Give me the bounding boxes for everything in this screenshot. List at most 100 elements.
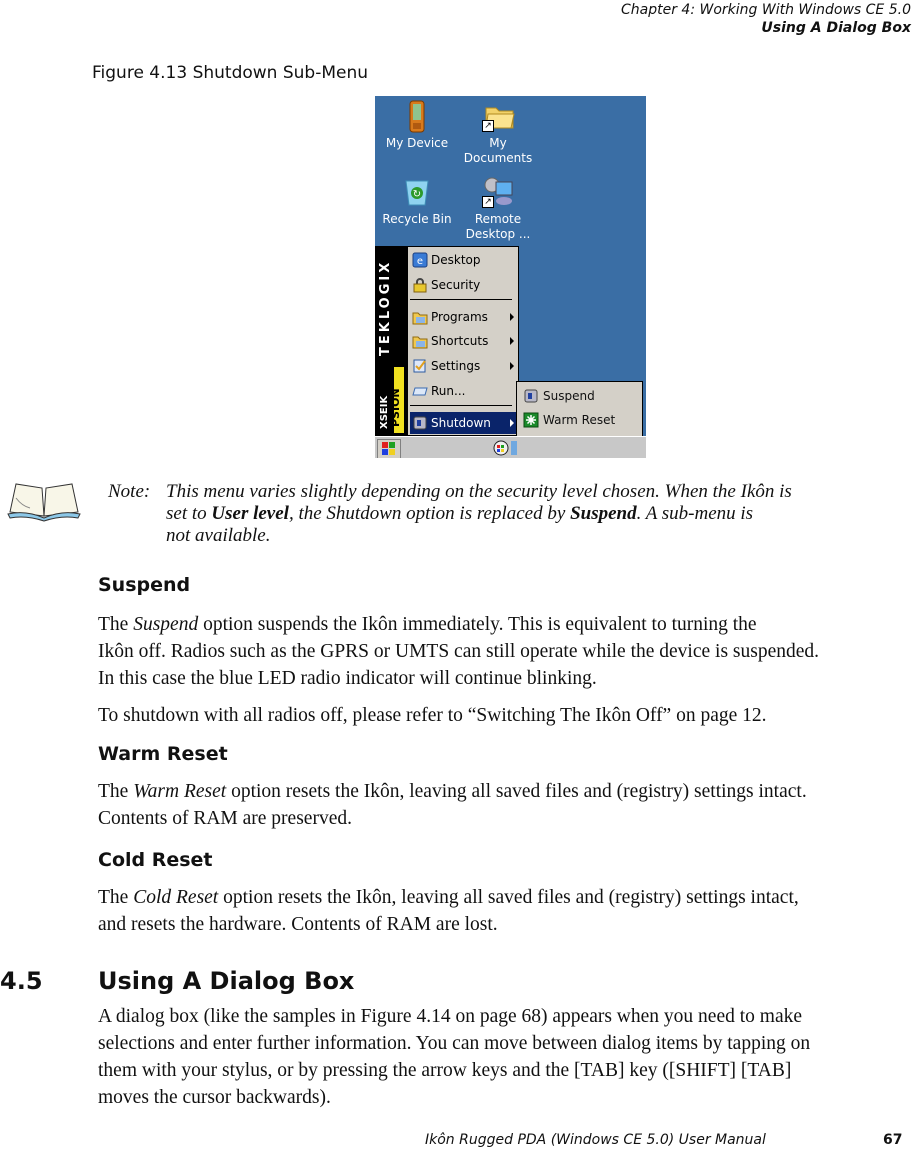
note-emphasis: User level — [211, 503, 289, 524]
recycle-bin-icon: ↻ — [401, 176, 433, 208]
menu-separator — [410, 405, 512, 406]
folder-icon: ↗ — [482, 100, 515, 132]
submenu-item-label: Suspend — [543, 389, 595, 403]
paragraph-suspend-reference: To shutdown with all radios off, please … — [98, 705, 767, 726]
submenu-item-label: Warm Reset — [543, 413, 616, 427]
section-title: Using A Dialog Box — [98, 967, 355, 995]
svg-text:PSION: PSION — [389, 388, 402, 427]
submenu-item-suspend[interactable]: Suspend — [521, 385, 641, 407]
term-emphasis: Cold Reset — [133, 887, 219, 908]
start-button[interactable] — [377, 439, 401, 458]
note-emphasis: Suspend — [570, 503, 637, 524]
text-span: The — [98, 614, 134, 635]
text-span: The — [98, 781, 134, 802]
teklogix-logo: TEKLOGIX — [378, 259, 393, 357]
text-span: option resets the Ikôn, leaving all save… — [218, 887, 799, 908]
note-line: This menu varies slightly depending on t… — [166, 481, 792, 502]
note-text: Note: This menu varies slightly depending… — [108, 481, 908, 547]
note-text-span: . A sub-menu is — [636, 503, 754, 524]
submenu-arrow-icon — [510, 362, 514, 370]
shortcut-arrow-icon: ↗ — [482, 120, 494, 132]
desktop-icon-label: Desktop ... — [465, 227, 531, 241]
wince-screenshot: My Device ↗ My Documents ↻ Recycle Bin ↗… — [375, 96, 646, 458]
start-menu-item-shutdown[interactable]: Shutdown — [410, 412, 518, 434]
text-line: Ikôn off. Radios such as the GPRS or UMT… — [98, 641, 820, 662]
text-line: A dialog box (like the samples in Figure… — [98, 1006, 802, 1027]
warm-reset-icon — [523, 412, 539, 428]
psion-logo: PSION XSEIK — [378, 367, 406, 435]
menu-item-label: Settings — [431, 359, 481, 373]
text-span: The — [98, 887, 134, 908]
submenu-arrow-icon — [510, 337, 514, 345]
figure-caption: Figure 4.13 Shutdown Sub-Menu — [92, 63, 369, 83]
svg-text:e: e — [417, 256, 423, 267]
paragraph-warm-reset: The Warm Reset option resets the Ikôn, l… — [98, 778, 915, 832]
desktop-icon-my-device[interactable]: My Device — [377, 100, 457, 151]
settings-icon — [412, 358, 428, 374]
menu-separator — [410, 299, 512, 300]
text-line: and resets the hardware. Contents of RAM… — [98, 914, 498, 935]
desktop-icon-label: Documents — [463, 151, 533, 165]
menu-item-label: Run... — [431, 384, 466, 398]
heading-warm-reset: Warm Reset — [98, 743, 228, 765]
heading-suspend: Suspend — [98, 574, 191, 596]
input-panel-tray-icon[interactable] — [493, 440, 509, 456]
term-emphasis: Warm Reset — [133, 781, 227, 802]
note-line: not available. — [166, 525, 271, 546]
text-line: Contents of RAM are preserved. — [98, 808, 352, 829]
padlock-icon — [412, 277, 428, 293]
section-title: Using A Dialog Box — [761, 20, 911, 36]
desktop-icon-label: Recycle Bin — [382, 212, 452, 226]
shortcuts-folder-icon — [412, 333, 428, 349]
desktop-icon-remote-desktop[interactable]: ↗ Remote Desktop ... — [458, 176, 538, 242]
run-icon — [412, 383, 428, 399]
tray-icon[interactable] — [511, 441, 517, 455]
text-span: option resets the Ikôn, leaving all save… — [226, 781, 807, 802]
menu-item-label: Desktop — [431, 253, 481, 267]
desktop-icon-label: My Device — [385, 136, 449, 150]
menu-item-label: Shortcuts — [431, 334, 489, 348]
paragraph-cold-reset: The Cold Reset option resets the Ikôn, l… — [98, 884, 915, 938]
text-span: option suspends the Ikôn immediately. Th… — [198, 614, 757, 635]
note-label: Note: — [108, 481, 151, 502]
start-menu-item-run[interactable]: Run... — [410, 380, 518, 402]
submenu-item-warm-reset[interactable]: Warm Reset — [521, 409, 641, 431]
start-menu: TEKLOGIX PSION XSEIK e Desktop Security … — [375, 246, 519, 437]
start-menu-item-security[interactable]: Security — [410, 274, 518, 296]
desktop-icon-label: Remote — [474, 212, 522, 226]
svg-text:↻: ↻ — [413, 189, 421, 200]
desktop-icon: e — [412, 252, 428, 268]
start-menu-item-settings[interactable]: Settings — [410, 355, 518, 377]
programs-folder-icon — [412, 309, 428, 325]
svg-text:XSEIK: XSEIK — [379, 395, 390, 429]
suspend-icon — [523, 388, 539, 404]
term-emphasis: Suspend — [133, 614, 199, 635]
text-line: moves the cursor backwards). — [98, 1087, 331, 1108]
start-menu-item-shortcuts[interactable]: Shortcuts — [410, 330, 518, 352]
desktop-icon-recycle-bin[interactable]: ↻ Recycle Bin — [377, 176, 457, 227]
menu-item-label: Security — [431, 278, 481, 292]
brand-strip: TEKLOGIX PSION XSEIK — [376, 247, 408, 437]
taskbar — [375, 436, 646, 458]
submenu-arrow-icon — [510, 313, 514, 321]
start-menu-item-desktop[interactable]: e Desktop — [410, 249, 518, 271]
chapter-title: Chapter 4: Working With Windows CE 5.0 — [620, 2, 911, 18]
menu-item-label: Programs — [431, 310, 488, 324]
shutdown-icon — [412, 415, 428, 431]
paragraph-dialog-box: A dialog box (like the samples in Figure… — [98, 1003, 915, 1111]
paragraph-suspend: The Suspend option suspends the Ikôn imm… — [98, 611, 915, 692]
desktop-icon-label: My — [489, 136, 507, 150]
note-text-span: , the Shutdown option is replaced by — [288, 503, 571, 524]
section-number: 4.5 — [0, 967, 43, 995]
note-text-span: set to — [166, 503, 212, 524]
text-line: selections and enter further information… — [98, 1033, 811, 1054]
remote-desktop-icon: ↗ — [482, 176, 514, 208]
menu-item-label: Shutdown — [431, 416, 491, 430]
heading-cold-reset: Cold Reset — [98, 849, 213, 871]
footer-manual-title: Ikôn Rugged PDA (Windows CE 5.0) User Ma… — [425, 1132, 766, 1148]
note-book-icon — [6, 478, 82, 522]
start-menu-item-programs[interactable]: Programs — [410, 306, 518, 328]
desktop-icon-my-documents[interactable]: ↗ My Documents — [458, 100, 538, 166]
page-number: 67 — [883, 1132, 903, 1148]
text-line: them with your stylus, or by pressing th… — [98, 1060, 792, 1081]
